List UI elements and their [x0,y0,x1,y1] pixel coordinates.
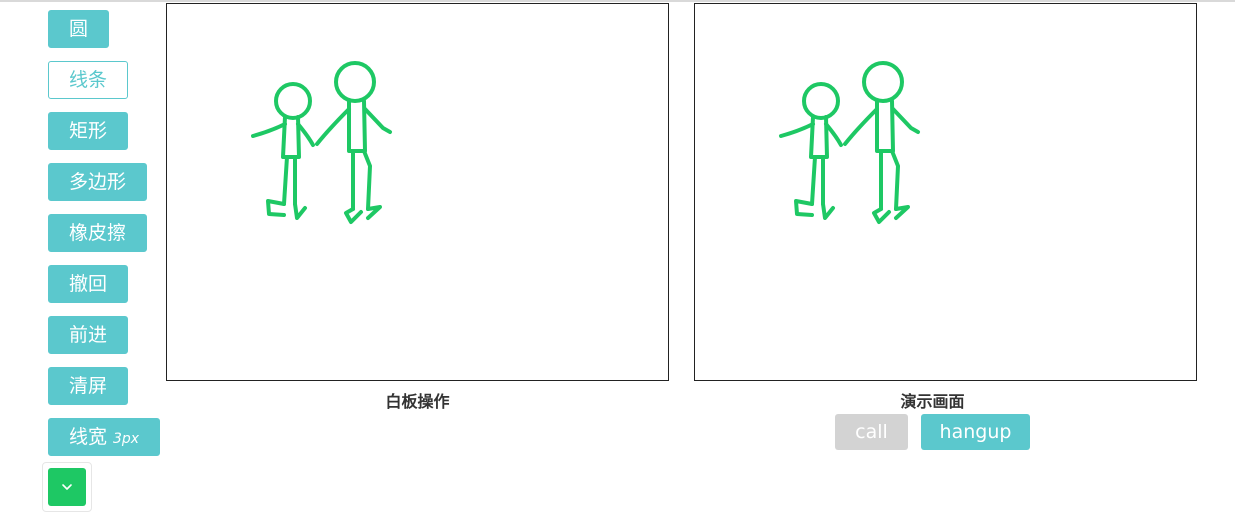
chevron-down-icon [62,484,72,490]
rect-tool-button[interactable]: 矩形 [48,112,129,150]
whiteboard-canvas[interactable] [166,3,669,381]
whiteboard-caption: 白板操作 [385,392,450,411]
whiteboard-drawing [251,61,392,224]
top-divider [0,0,1235,2]
line-width-value: 3px [113,431,140,447]
polygon-tool-button[interactable]: 多边形 [48,163,148,201]
color-picker[interactable] [42,462,92,512]
line-width-button[interactable]: 线宽 3px [48,418,161,456]
preview-caption: 演示画面 [900,392,965,411]
stick-figure-drawing [251,61,392,224]
clear-button[interactable]: 清屏 [48,367,129,405]
call-button[interactable]: call [835,414,908,450]
line-width-label: 线宽 [69,426,108,448]
undo-button[interactable]: 撤回 [48,265,129,303]
redo-button[interactable]: 前进 [48,316,129,354]
preview-canvas [694,3,1197,381]
eraser-tool-button[interactable]: 橡皮擦 [48,214,148,252]
line-tool-button[interactable]: 线条 [48,61,129,99]
stick-figure-drawing [779,61,920,224]
circle-tool-button[interactable]: 圆 [48,10,110,48]
preview-drawing [779,61,920,224]
color-swatch[interactable] [48,468,86,506]
hangup-button[interactable]: hangup [921,414,1030,450]
